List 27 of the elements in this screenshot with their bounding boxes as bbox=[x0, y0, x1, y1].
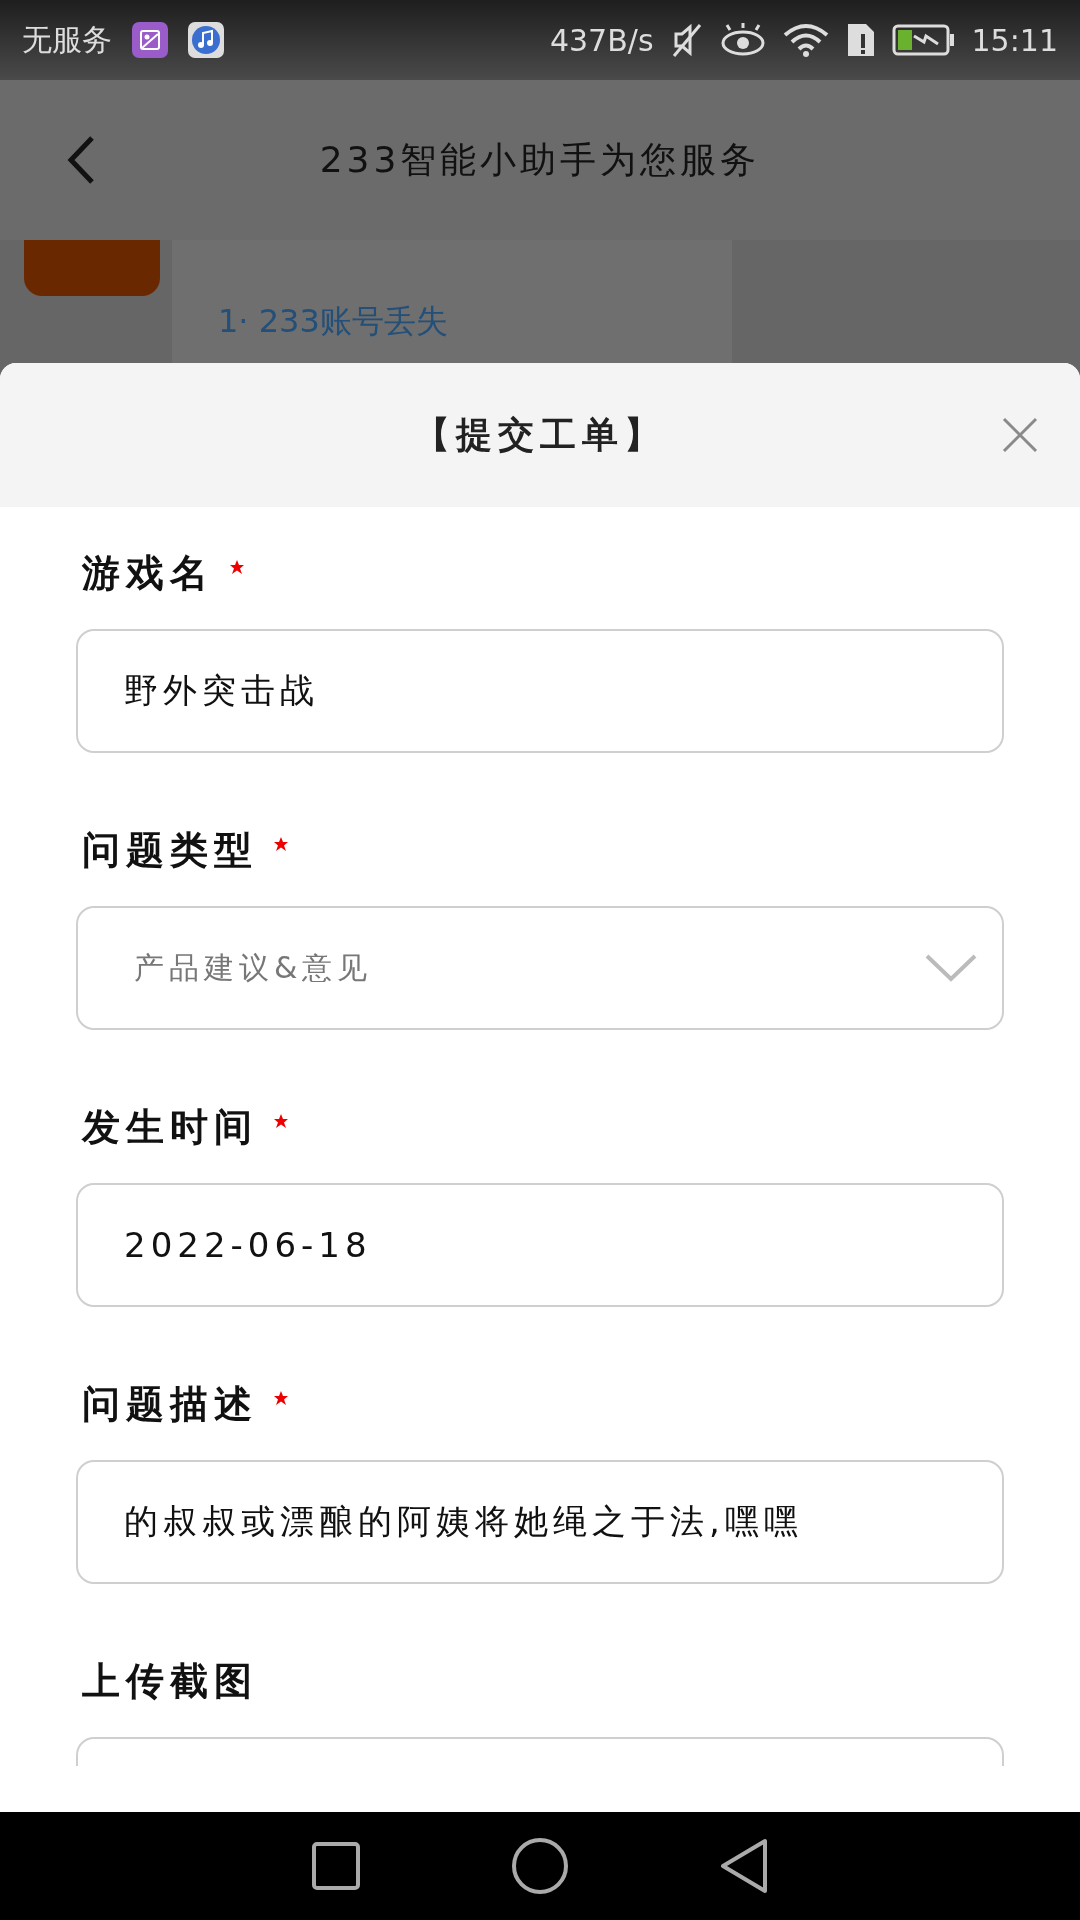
sim-alert-icon bbox=[845, 22, 876, 58]
close-icon[interactable] bbox=[1002, 417, 1038, 453]
sheet-title: 【提交工单】 bbox=[414, 412, 666, 457]
recent-apps-icon[interactable] bbox=[311, 1841, 361, 1891]
back-icon[interactable] bbox=[66, 135, 96, 185]
battery-icon bbox=[891, 24, 956, 56]
header-title: 233智能小助手为您服务 bbox=[319, 137, 761, 182]
chevron-down-icon bbox=[924, 953, 978, 983]
app-logo-icon bbox=[24, 240, 160, 296]
back-nav-icon[interactable] bbox=[719, 1838, 769, 1894]
field-label: 发生时间 bbox=[82, 1103, 258, 1151]
input-field[interactable]: 2022-06-18 bbox=[76, 1183, 1004, 1307]
field-label: 上传截图 bbox=[82, 1657, 258, 1705]
clock-text: 15:11 bbox=[971, 22, 1058, 58]
home-icon[interactable] bbox=[511, 1837, 569, 1895]
wifi-icon bbox=[781, 23, 830, 57]
network-speed-text: 437B/s bbox=[549, 22, 654, 58]
gallery-app-icon bbox=[132, 22, 168, 58]
music-app-icon bbox=[188, 22, 224, 58]
field-label: 问题描述 bbox=[82, 1380, 258, 1428]
input-field[interactable]: 野外突击战 bbox=[76, 629, 1004, 753]
eye-icon bbox=[719, 23, 766, 57]
input-field[interactable]: 的叔叔或漂酿的阿姨将她绳之于法,嘿嘿 bbox=[76, 1460, 1004, 1584]
field-label: 问题类型 bbox=[82, 826, 258, 874]
carrier-text: 无服务 bbox=[22, 20, 112, 59]
field-label: 游戏名 bbox=[82, 549, 214, 597]
dropdown-field[interactable]: 产品建议&意见 bbox=[76, 906, 1004, 1030]
